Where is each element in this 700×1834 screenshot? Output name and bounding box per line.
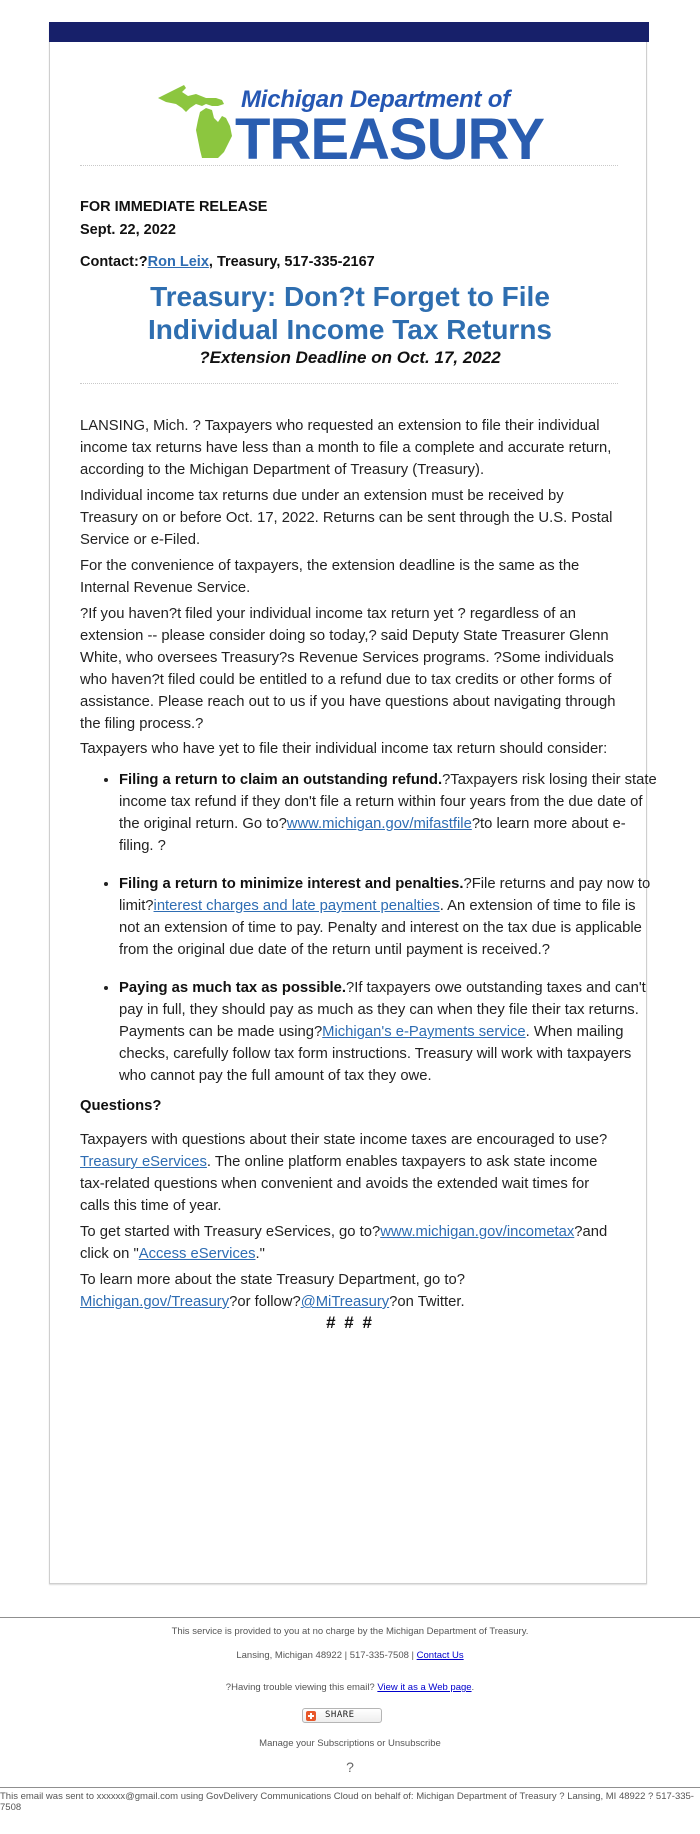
trouble-text: ?Having trouble viewing this email? <box>225 1682 378 1693</box>
sent-to-notice: This email was sent to xxxxxx@gmail.com … <box>0 1791 694 1813</box>
headline: Treasury: Don?t Forget to File Individua… <box>80 280 620 346</box>
paragraph-text: ?on Twitter. <box>389 1294 465 1310</box>
email-card: Michigan Department of TREASURY FOR IMME… <box>49 22 657 1584</box>
address-text: Lansing, Michigan 48922 | 517-335-7508 | <box>236 1650 417 1661</box>
headline-line-1: Treasury: Don?t Forget to File <box>150 281 550 312</box>
questions-heading: Questions? <box>80 1098 162 1114</box>
paragraph-text: To get started with Treasury eServices, … <box>80 1224 381 1240</box>
bullet-title: Filing a return to claim an outstanding … <box>119 772 443 788</box>
logo-treasury-text: TREASURY <box>235 107 545 172</box>
divider <box>80 383 618 384</box>
bullet-title: Paying as much tax as possible. <box>119 980 346 996</box>
plus-icon <box>306 1711 316 1721</box>
footer-address: Lansing, Michigan 48922 | 517-335-7508 |… <box>0 1650 700 1661</box>
access-eservices-link[interactable]: Access eServices <box>139 1246 256 1262</box>
contact-name-link[interactable]: Ron Leix <box>148 254 209 270</box>
bullet-title: Filing a return to minimize interest and… <box>119 876 464 892</box>
paragraph-text: ?or follow? <box>229 1294 301 1310</box>
paragraph-deadline: Individual income tax returns due under … <box>80 488 613 548</box>
twitter-handle-link[interactable]: @MiTreasury <box>301 1294 389 1310</box>
michigan-treasury-link[interactable]: Michigan.gov/Treasury <box>80 1294 229 1310</box>
paragraph-quote: ?If you haven?t filed your individual in… <box>80 606 616 732</box>
contact-suffix: , Treasury, 517-335-2167 <box>208 254 375 270</box>
contact-prefix: Contact:? <box>80 254 148 270</box>
mifastfile-link[interactable]: www.michigan.gov/mifastfile <box>287 816 472 832</box>
end-mark: # # # <box>326 1313 374 1332</box>
footer-service-note: This service is provided to you at no ch… <box>171 1626 529 1637</box>
contact-line: Contact:?Ron Leix, Treasury, 517-335-216… <box>80 251 375 273</box>
view-web-page-link[interactable]: View it as a Web page <box>377 1682 471 1693</box>
treasury-logo: Michigan Department of TREASURY <box>156 82 545 172</box>
paragraph-eservices: Taxpayers with questions about their sta… <box>80 1129 620 1217</box>
paragraph-get-started: To get started with Treasury eServices, … <box>80 1221 620 1265</box>
divider <box>80 165 618 166</box>
paragraph-intro: LANSING, Mich. ? Taxpayers who requested… <box>80 418 612 478</box>
manage-subscriptions-link[interactable]: Manage your Subscriptions or Unsubscribe <box>0 1738 700 1749</box>
michigan-map-icon <box>158 85 232 158</box>
paragraph-learn-more: To learn more about the state Treasury D… <box>80 1269 620 1313</box>
list-item: Filing a return to minimize interest and… <box>119 873 659 961</box>
headline-line-2: Individual Income Tax Returns <box>147 314 552 345</box>
footer-divider <box>0 1617 700 1618</box>
footer-trouble: ?Having trouble viewing this email? View… <box>0 1682 700 1693</box>
paragraph-text: ." <box>255 1246 265 1262</box>
trouble-text: . <box>471 1682 475 1693</box>
paragraph-text: To learn more about the state Treasury D… <box>80 1272 465 1288</box>
placeholder-glyph: ? <box>346 1759 354 1775</box>
subheadline: ?Extension Deadline on Oct. 17, 2022 <box>199 348 501 367</box>
release-label: FOR IMMEDIATE RELEASE <box>80 199 268 215</box>
footer-divider <box>0 1787 700 1788</box>
share-label: SHARE <box>325 1710 355 1720</box>
brand-bar <box>49 22 649 42</box>
interest-penalties-link[interactable]: interest charges and late payment penalt… <box>154 898 440 914</box>
share-button[interactable]: SHARE <box>302 1708 382 1723</box>
recommendations-list: Filing a return to claim an outstanding … <box>80 769 659 1103</box>
list-item: Paying as much tax as possible.?If taxpa… <box>119 977 659 1087</box>
paragraph-text: Taxpayers with questions about their sta… <box>80 1132 608 1148</box>
incometax-link[interactable]: www.michigan.gov/incometax <box>380 1224 574 1240</box>
contact-us-link[interactable]: Contact Us <box>417 1650 464 1661</box>
paragraph-irs: For the convenience of taxpayers, the ex… <box>80 558 580 596</box>
treasury-eservices-link[interactable]: Treasury eServices <box>80 1154 207 1170</box>
list-item: Filing a return to claim an outstanding … <box>119 769 659 857</box>
paragraph-consider: Taxpayers who have yet to file their ind… <box>80 741 608 757</box>
release-date: Sept. 22, 2022 <box>80 222 176 238</box>
epayments-link[interactable]: Michigan's e-Payments service <box>322 1024 525 1040</box>
